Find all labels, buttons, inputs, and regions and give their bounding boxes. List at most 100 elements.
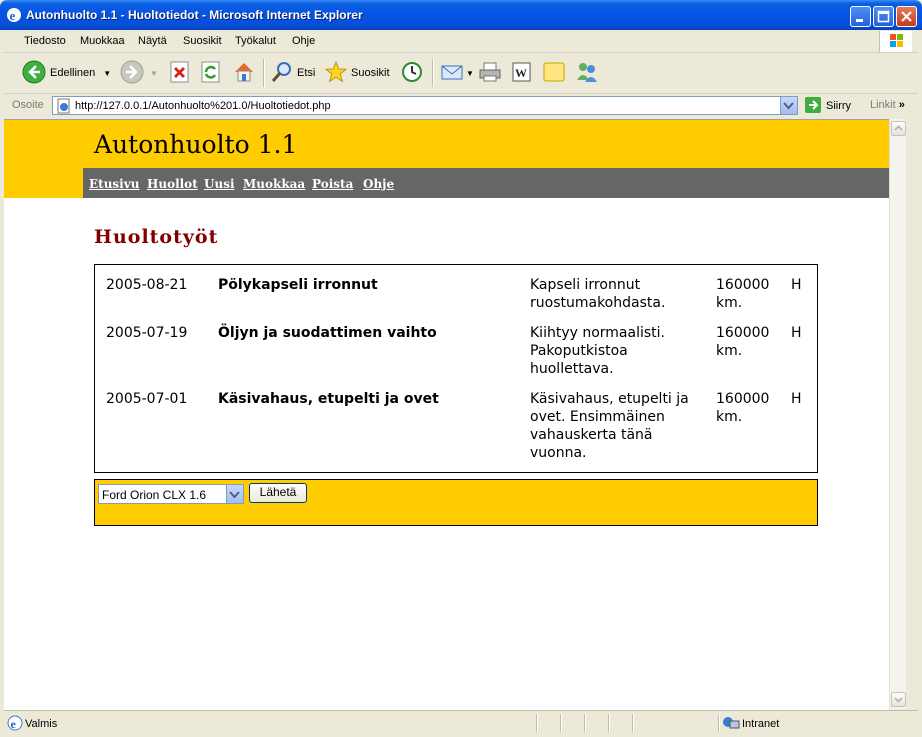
discuss-button[interactable] [542, 59, 566, 87]
car-select[interactable]: Ford Orion CLX 1.6 [98, 484, 244, 504]
refresh-icon [201, 61, 221, 86]
nav-link-delete[interactable]: Poista [312, 177, 353, 191]
entry-title: Öljyn ja suodattimen vaihto [218, 325, 437, 341]
toolbar: Edellinen ▼ ▼ Etsi Suosikit ▼ W [4, 53, 918, 94]
page-icon [56, 98, 72, 117]
go-label: Siirry [826, 100, 852, 112]
favorites-button[interactable]: Suosikit [324, 59, 390, 87]
ie-logo-icon: e [6, 7, 22, 23]
menu-view[interactable]: Näytä [138, 35, 167, 47]
entry-mileage: 160000 km. [716, 325, 770, 359]
home-button[interactable] [232, 59, 256, 87]
stop-button[interactable] [170, 59, 190, 87]
address-input[interactable]: http://127.0.0.1/Autonhuolto%201.0/Huolt… [52, 96, 798, 115]
nav-link-new[interactable]: Uusi [204, 177, 235, 191]
entry-flag: H [791, 277, 802, 293]
title-bar[interactable]: e Autonhuolto 1.1 - Huoltotiedot - Micro… [0, 0, 922, 30]
window-title: Autonhuolto 1.1 - Huoltotiedot - Microso… [26, 8, 363, 22]
entry-description: Kapseli irronnut ruostumakohdasta. [530, 277, 666, 311]
links-text: Linkit [870, 99, 896, 111]
forward-arrow-icon [120, 60, 144, 87]
print-button[interactable] [478, 59, 502, 87]
menu-help[interactable]: Ohje [292, 35, 315, 47]
toolbar-separator [263, 59, 265, 87]
links-label[interactable]: Linkit » [870, 99, 905, 111]
minimize-button[interactable] [850, 6, 871, 27]
scroll-down-button[interactable] [891, 692, 906, 707]
forward-button[interactable]: ▼ [120, 59, 158, 87]
address-url: http://127.0.0.1/Autonhuolto%201.0/Huolt… [75, 100, 331, 112]
print-icon [478, 60, 502, 87]
word-icon: W [512, 61, 532, 86]
windows-logo-icon [879, 31, 912, 52]
status-divider [560, 714, 562, 732]
page-heading: Huoltotyöt [94, 226, 219, 248]
mail-dropdown-icon[interactable]: ▼ [466, 69, 474, 78]
chevron-down-icon[interactable] [226, 485, 243, 503]
svg-text:W: W [515, 66, 527, 80]
close-button[interactable] [896, 6, 917, 27]
nav-link-home[interactable]: Etusivu [89, 177, 139, 191]
nav-link-services[interactable]: Huollot [147, 177, 198, 191]
back-button[interactable]: Edellinen ▼ [22, 59, 111, 87]
search-label: Etsi [297, 67, 316, 79]
submit-button[interactable]: Lähetä [249, 483, 307, 503]
security-zone: Intranet [742, 718, 780, 730]
service-log: 2005-08-21 Pölykapseli irronnut Kapseli … [94, 264, 818, 473]
history-icon [400, 60, 424, 87]
favorites-label: Suosikit [351, 67, 390, 79]
page-done-icon: e [7, 715, 23, 734]
edit-word-button[interactable]: W [512, 59, 532, 87]
intranet-icon [722, 715, 740, 734]
history-button[interactable] [400, 59, 424, 87]
entry-flag: H [791, 325, 802, 341]
forward-dropdown-icon[interactable]: ▼ [150, 69, 158, 78]
back-dropdown-icon[interactable]: ▼ [103, 69, 111, 78]
svg-text:e: e [11, 717, 17, 731]
svg-text:e: e [10, 8, 16, 23]
car-select-form: Ford Orion CLX 1.6 Lähetä [94, 479, 818, 526]
status-divider [536, 714, 538, 732]
car-select-value: Ford Orion CLX 1.6 [102, 488, 207, 502]
go-arrow-icon [804, 96, 822, 117]
chevron-right-icon: » [898, 99, 905, 111]
menu-file[interactable]: Tiedosto [24, 35, 66, 47]
messenger-icon [574, 60, 600, 87]
nav-link-help[interactable]: Ohje [363, 177, 394, 191]
status-divider [584, 714, 586, 732]
entry-date: 2005-07-19 [106, 325, 188, 341]
entry-description: Kiihtyy normaalisti. Pakoputkistoa huoll… [530, 325, 665, 377]
mail-button[interactable]: ▼ [440, 59, 474, 87]
menu-favorites[interactable]: Suosikit [183, 35, 222, 47]
entry-date: 2005-08-21 [106, 277, 188, 293]
toolbar-separator [432, 59, 434, 87]
status-text: Valmis [25, 718, 58, 730]
go-button[interactable]: Siirry [804, 96, 852, 117]
vertical-scrollbar[interactable] [889, 119, 907, 709]
maximize-button[interactable] [873, 6, 894, 27]
search-button[interactable]: Etsi [270, 59, 315, 87]
stop-icon [170, 61, 190, 86]
window-frame [906, 119, 922, 709]
address-dropdown-button[interactable] [780, 97, 797, 114]
search-icon [270, 60, 294, 87]
status-divider [608, 714, 610, 732]
menu-tools[interactable]: Työkalut [235, 35, 276, 47]
entry-description: Käsivahaus, etupelti ja ovet. Ensimmäine… [530, 391, 689, 461]
status-bar: e Valmis Intranet [4, 710, 918, 735]
favorites-star-icon [324, 60, 348, 87]
entry-title: Pölykapseli irronnut [218, 277, 378, 293]
refresh-button[interactable] [201, 59, 221, 87]
scroll-up-button[interactable] [891, 121, 906, 136]
site-header: Autonhuolto 1.1 Etusivu Huollot Uusi Muo… [4, 120, 889, 198]
status-divider [718, 714, 720, 732]
status-divider [632, 714, 634, 732]
entry-mileage: 160000 km. [716, 277, 770, 311]
messenger-button[interactable] [574, 59, 600, 87]
address-bar: Osoite http://127.0.0.1/Autonhuolto%201.… [4, 94, 918, 118]
nav-link-edit[interactable]: Muokkaa [243, 177, 305, 191]
home-icon [232, 60, 256, 87]
entry-flag: H [791, 391, 802, 407]
menu-edit[interactable]: Muokkaa [80, 35, 125, 47]
menu-bar: Tiedosto Muokkaa Näytä Suosikit Työkalut… [4, 30, 918, 53]
